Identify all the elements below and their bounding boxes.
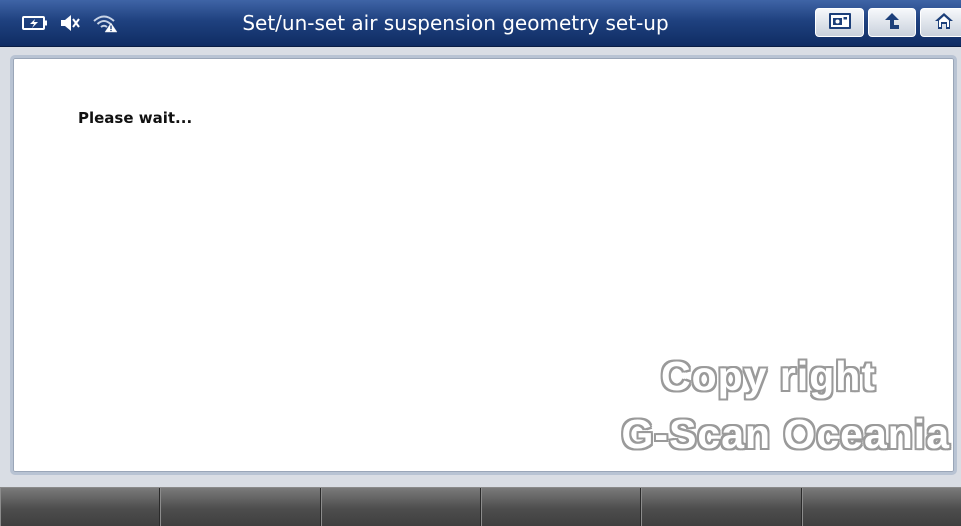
function-key-3[interactable] <box>320 488 481 526</box>
speaker-muted-icon <box>59 14 81 32</box>
back-button[interactable] <box>868 8 916 37</box>
battery-charging-icon <box>22 15 48 31</box>
screen-capture-icon <box>828 12 852 34</box>
function-key-6[interactable] <box>801 488 961 526</box>
wifi-warning-icon <box>92 13 118 33</box>
function-key-1[interactable] <box>0 488 161 526</box>
function-key-4[interactable] <box>480 488 642 526</box>
screen-capture-button[interactable] <box>815 8 864 37</box>
page-title: Set/un-set air suspension geometry set-u… <box>242 11 669 35</box>
status-message: Please wait... <box>78 109 193 127</box>
watermark-line-2: G-Scan Oceania <box>621 411 950 457</box>
content-panel: Please wait... Copy right G-Scan Oceania <box>10 55 957 475</box>
home-button[interactable] <box>920 8 961 37</box>
back-arrow-icon <box>882 12 902 34</box>
function-key-bar <box>0 487 961 526</box>
title-bar: Set/un-set air suspension geometry set-u… <box>0 0 961 47</box>
watermark-line-1: Copy right <box>661 353 876 399</box>
function-key-2[interactable] <box>160 488 321 526</box>
status-icons <box>22 11 118 35</box>
home-icon <box>934 12 954 34</box>
function-key-5[interactable] <box>641 488 802 526</box>
